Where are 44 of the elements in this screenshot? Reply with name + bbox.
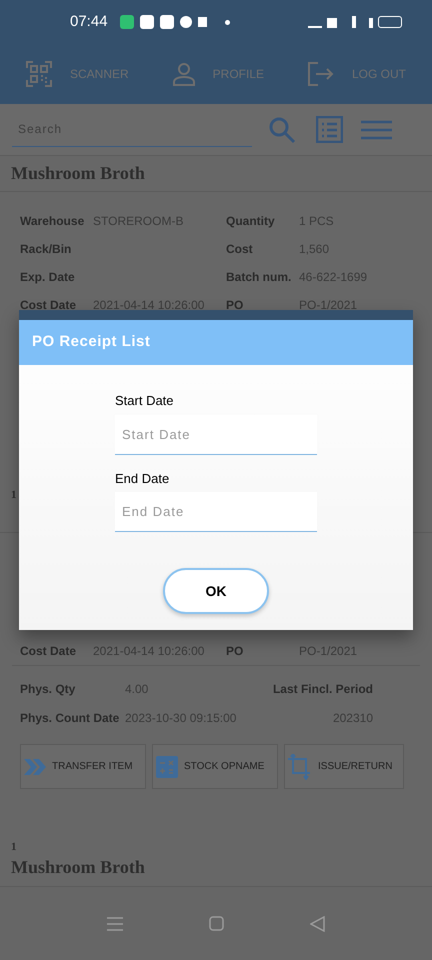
field-label: Cost xyxy=(226,241,254,258)
person-icon xyxy=(172,62,195,86)
menu-icon[interactable] xyxy=(361,120,392,140)
chat-app-icon xyxy=(120,15,134,29)
battery-icon xyxy=(378,16,402,28)
field-label: Phys. Count Date xyxy=(20,710,120,726)
list-icon[interactable] xyxy=(316,116,343,143)
field-label: PO xyxy=(226,643,244,660)
app-bar-button[interactable]: LOG OUT xyxy=(308,62,406,86)
field-label: Batch num. xyxy=(226,269,292,286)
crop-icon xyxy=(288,754,312,780)
double-chevron-icon xyxy=(24,758,46,774)
app-icon xyxy=(140,15,154,29)
field-label: Warehouse xyxy=(20,213,86,230)
field-label: Rack/Bin xyxy=(20,241,72,258)
field-label: End Date xyxy=(115,470,170,488)
date-field[interactable]: End Date xyxy=(115,492,317,532)
app-icon xyxy=(160,15,174,29)
field-label: PO xyxy=(226,297,244,314)
action-button[interactable]: TRANSFER ITEM xyxy=(20,744,146,789)
action-button[interactable]: STOCK OPNAME xyxy=(152,744,278,789)
app-bar-button[interactable]: SCANNER xyxy=(26,61,129,87)
action-button[interactable]: ISSUE/RETURN xyxy=(284,744,404,789)
item-title: Mushroom Broth xyxy=(11,856,145,878)
clock: 07:44 xyxy=(70,12,108,32)
field-label: Exp. Date xyxy=(20,269,76,286)
item-title: Mushroom Broth xyxy=(11,162,145,185)
field-label: Start Date xyxy=(115,392,174,410)
field-label: Cost Date xyxy=(20,297,78,314)
menu-icon[interactable] xyxy=(107,916,123,930)
logout-icon xyxy=(308,62,334,86)
search-icon[interactable] xyxy=(268,116,296,144)
back-icon[interactable] xyxy=(310,916,325,932)
field-label: Quantity xyxy=(226,213,276,230)
field-label: Cost Date xyxy=(20,643,78,660)
field-label: Last Fincl. Period xyxy=(272,680,373,698)
calculator-icon xyxy=(156,756,178,778)
app-bar-button[interactable]: PROFILE xyxy=(172,62,264,86)
ok-button[interactable]: OK xyxy=(163,568,269,614)
date-field[interactable]: Start Date xyxy=(115,414,317,454)
qr-scan-icon xyxy=(26,61,52,87)
dialog-title: PO Receipt List xyxy=(32,332,150,352)
field-label: Phys. Qty xyxy=(20,680,76,698)
item-number: 1 xyxy=(11,840,16,855)
